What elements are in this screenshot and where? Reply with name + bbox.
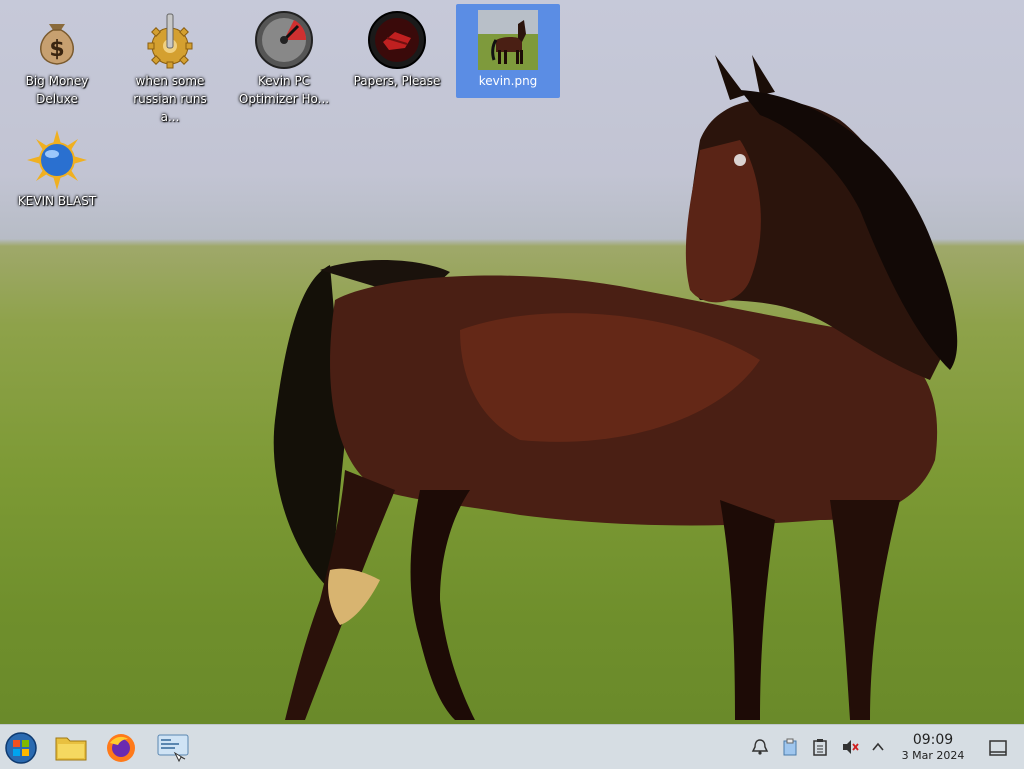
notifications-button[interactable] (750, 737, 770, 757)
volume-button[interactable] (840, 737, 860, 757)
clipboard-button[interactable] (780, 737, 800, 757)
desktop-icon-label: KEVIN BLAST (17, 194, 97, 208)
file-manager-icon (55, 737, 87, 761)
notifications-icon (751, 739, 769, 755)
desktop-icon-kevin-pc-optimizer[interactable]: Kevin PC Optimizer Ho... (232, 4, 336, 106)
desktop-icon-papers-please[interactable]: Papers, Please (345, 4, 449, 98)
system-settings-icon (157, 734, 189, 763)
gear-icon (147, 13, 193, 69)
task-manager-button[interactable] (810, 737, 830, 757)
clock-time: 09:09 (912, 732, 954, 748)
clipboard-icon (783, 738, 797, 756)
file-manager-button[interactable] (52, 729, 90, 767)
clock[interactable]: 09:09 3 Mar 2024 (892, 731, 974, 763)
show-desktop-button[interactable] (984, 737, 1012, 759)
desktop-icon-label: Papers, Please (353, 74, 441, 88)
desktop-icon-kevin-blast[interactable]: KEVIN BLAST (5, 124, 109, 218)
desktop-icon-label: Big Money Deluxe (25, 74, 89, 106)
clock-date: 3 Mar 2024 (901, 749, 965, 762)
desktop-icon-kevin-png[interactable]: kevin.png (456, 4, 560, 98)
firefox-button[interactable] (102, 729, 140, 767)
start-menu-button[interactable] (2, 729, 40, 767)
desktop-icon-label: when some russian runs a... (133, 74, 207, 124)
gauge-icon (255, 11, 313, 69)
start-menu-icon (5, 732, 37, 764)
expand-tray-button[interactable] (868, 737, 888, 757)
firefox-icon (107, 734, 135, 762)
desktop-icon-label: Kevin PC Optimizer Ho... (238, 74, 330, 106)
show-desktop-icon (989, 740, 1007, 756)
task-icon (813, 739, 827, 756)
horse-image-icon (478, 10, 538, 70)
papers-please-icon (368, 11, 426, 69)
expand-tray-icon (872, 742, 884, 751)
desktop-icon-russian[interactable]: when some russian runs a... (118, 4, 222, 124)
system-settings-button[interactable] (154, 729, 192, 767)
svg-text:$: $ (49, 37, 64, 62)
volume-muted-icon (843, 740, 859, 754)
desktop-icon-big-money-deluxe[interactable]: $ Big Money Deluxe (5, 4, 109, 106)
desktop[interactable]: $ Big Money Deluxe when some russian run… (0, 0, 1024, 724)
desktop-icon-label: kevin.png (478, 74, 538, 88)
sun-globe-icon (27, 130, 87, 190)
money-bag-icon: $ (40, 24, 74, 65)
taskbar: 09:09 3 Mar 2024 (0, 724, 1024, 769)
